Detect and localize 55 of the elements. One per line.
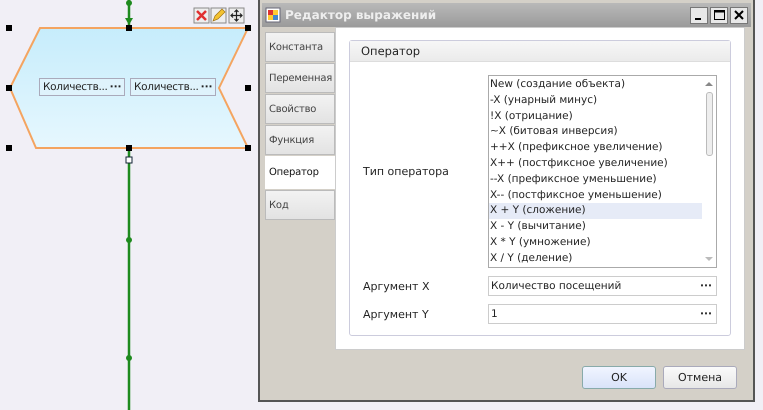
resize-handle[interactable] [245, 145, 251, 151]
list-item[interactable]: X - Y (вычитание) [489, 219, 702, 235]
tab[interactable]: Код [265, 190, 335, 220]
resize-handle[interactable] [6, 85, 12, 91]
tab[interactable]: Константа [265, 32, 335, 62]
close-icon [734, 10, 744, 20]
resize-handle[interactable] [245, 25, 251, 31]
resize-handle[interactable] [6, 25, 12, 31]
ok-button[interactable]: OK [582, 366, 656, 389]
window-title: Редактор выражений [285, 8, 438, 22]
list-item[interactable]: X-- (постфиксное уменьшение) [489, 188, 702, 204]
list-item[interactable]: X++ (постфиксное увеличение) [489, 156, 702, 172]
block-field[interactable]: Количеств... ··· [130, 78, 216, 96]
tab[interactable]: Оператор [265, 156, 335, 189]
list-item[interactable]: X + Y (сложение) [489, 203, 702, 220]
connection-handle[interactable] [126, 156, 132, 164]
list-item[interactable]: --X (префиксное уменьшение) [489, 172, 702, 188]
field-label: Тип оператора [363, 165, 450, 178]
resize-handle[interactable] [245, 85, 251, 91]
scrollbar-thumb[interactable] [706, 92, 712, 156]
input-field[interactable]: Количество посещений ··· [488, 276, 717, 296]
ellipsis-button[interactable]: ··· [110, 81, 122, 93]
minimize-icon [695, 18, 701, 20]
move-icon[interactable] [228, 8, 244, 24]
block-field[interactable]: Количеств... ··· [39, 78, 125, 96]
list-item[interactable]: X * Y (умножение) [489, 234, 702, 251]
scroll-down-arrow[interactable] [705, 257, 713, 261]
ellipsis-button[interactable]: ··· [700, 308, 712, 320]
field-label: Аргумент Y [363, 308, 430, 320]
field-label: Аргумент X [363, 280, 430, 292]
list-item[interactable]: ++X (префиксное увеличение) [489, 140, 702, 156]
tab[interactable]: Переменная [265, 63, 335, 93]
pencil-icon[interactable] [210, 8, 226, 24]
resize-handle[interactable] [6, 145, 12, 151]
list-item[interactable]: ~X (битовая инверсия) [489, 124, 702, 140]
list-item[interactable]: New (создание объекта) [489, 77, 702, 93]
cancel-button[interactable]: Отмена [663, 366, 737, 389]
maximize-button[interactable] [710, 6, 728, 24]
ellipsis-button[interactable]: ··· [200, 81, 213, 93]
tab[interactable]: Свойство [265, 94, 335, 124]
input-field[interactable]: 1 ··· [488, 304, 717, 324]
list-item[interactable]: !X (отрицание) [489, 108, 702, 124]
resize-handle[interactable] [126, 145, 132, 151]
tab[interactable]: Функция [265, 125, 335, 155]
ellipsis-button[interactable]: ··· [700, 280, 712, 292]
close-button[interactable] [730, 6, 748, 24]
list-item[interactable]: -X (унарный минус) [489, 92, 702, 109]
scroll-up-arrow[interactable] [705, 82, 713, 86]
delete-icon[interactable] [194, 8, 210, 24]
group-header: Оператор [350, 41, 730, 62]
list-item[interactable]: X / Y (деление) [489, 250, 702, 267]
app-icon [265, 7, 281, 23]
maximize-icon [714, 10, 725, 20]
minimize-button[interactable] [690, 6, 708, 24]
resize-handle[interactable] [126, 25, 132, 31]
